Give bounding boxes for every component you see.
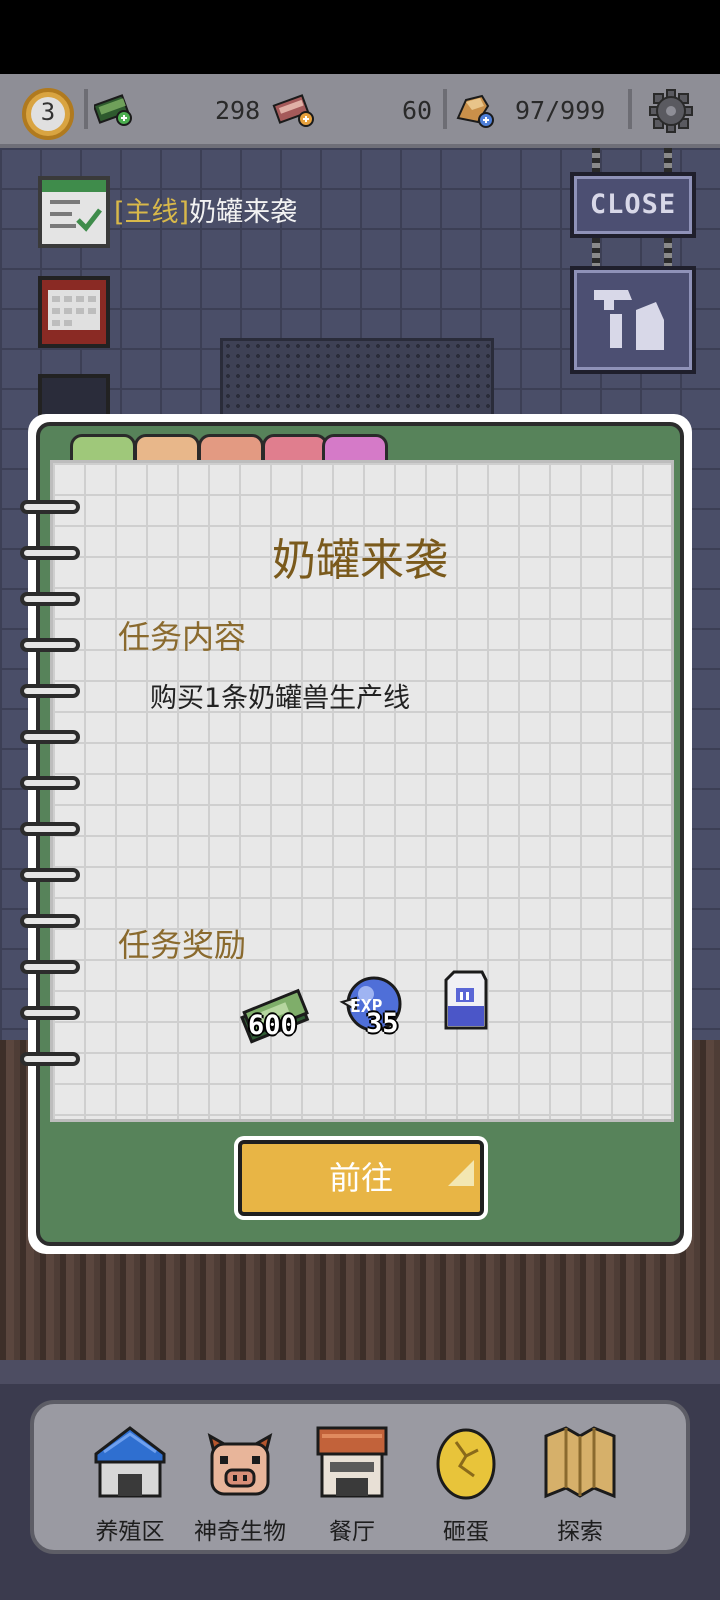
close-sign[interactable]: CLOSE bbox=[570, 172, 696, 238]
reward-exp: EXP 35 bbox=[336, 972, 416, 1044]
level-badge[interactable]: 3 bbox=[22, 88, 74, 140]
binder-ring bbox=[20, 592, 80, 606]
meat-add-icon[interactable] bbox=[272, 92, 316, 128]
separator bbox=[84, 89, 88, 129]
nav-creatures-label: 神奇生物 bbox=[194, 1519, 286, 1545]
food-add-icon[interactable] bbox=[452, 90, 496, 130]
tools-sign-icon[interactable] bbox=[570, 266, 696, 374]
nav-creatures[interactable]: 神奇生物 bbox=[180, 1410, 300, 1550]
binder-ring bbox=[20, 914, 80, 928]
binder-ring bbox=[20, 500, 80, 514]
reward-cash: 600 bbox=[238, 986, 318, 1046]
separator bbox=[443, 89, 447, 129]
gear-icon[interactable] bbox=[648, 88, 694, 134]
nav-farm[interactable]: 养殖区 bbox=[70, 1410, 190, 1550]
calendar-icon[interactable] bbox=[38, 276, 110, 348]
paper-corner-fold bbox=[448, 1160, 474, 1186]
floor-edge bbox=[0, 1360, 720, 1384]
go-button-label: 前往 bbox=[328, 1159, 393, 1197]
reward-cash-amount: 600 bbox=[248, 1010, 297, 1041]
nav-restaurant[interactable]: 餐厅 bbox=[292, 1410, 412, 1550]
binder-ring bbox=[20, 822, 80, 836]
nav-explore[interactable]: 探索 bbox=[520, 1410, 640, 1550]
binder-ring bbox=[20, 868, 80, 882]
capacity-amount: 97/999 bbox=[515, 96, 606, 125]
level-number: 3 bbox=[40, 98, 56, 126]
cash-add-icon[interactable] bbox=[92, 92, 134, 126]
milk-carton-icon bbox=[444, 970, 488, 1030]
sign-chain bbox=[664, 238, 672, 268]
binder-ring bbox=[20, 1006, 80, 1020]
barn-icon bbox=[94, 1426, 166, 1498]
sign-chain bbox=[592, 238, 600, 268]
binder-ring bbox=[20, 1052, 80, 1066]
nav-egg[interactable]: 砸蛋 bbox=[406, 1410, 526, 1550]
binder-ring bbox=[20, 730, 80, 744]
task-content-heading: 任务内容 bbox=[118, 618, 247, 656]
nav-restaurant-label: 餐厅 bbox=[329, 1519, 375, 1545]
separator bbox=[628, 89, 632, 129]
golden-egg-icon bbox=[436, 1428, 496, 1500]
binder-ring bbox=[20, 960, 80, 974]
cash-amount: 298 bbox=[215, 96, 261, 125]
pig-creature-icon bbox=[207, 1432, 273, 1496]
nav-egg-label: 砸蛋 bbox=[443, 1519, 489, 1545]
status-bar bbox=[0, 0, 720, 74]
quest-title: 奶罐来袭 bbox=[272, 535, 448, 586]
reward-milk bbox=[442, 970, 490, 1032]
reward-exp-amount: 35 bbox=[366, 1008, 399, 1039]
close-sign-label: CLOSE bbox=[589, 189, 677, 220]
nav-farm-label: 养殖区 bbox=[95, 1519, 165, 1545]
binder-ring bbox=[20, 684, 80, 698]
restaurant-icon bbox=[316, 1426, 388, 1498]
quest-hint-name: 奶罐来袭 bbox=[189, 197, 298, 228]
quest-hint[interactable]: [主线]奶罐来袭 bbox=[114, 190, 297, 229]
binder-ring bbox=[20, 638, 80, 652]
task-content-text: 购买1条奶罐兽生产线 bbox=[150, 683, 411, 714]
sign-chain bbox=[664, 148, 672, 174]
meat-amount: 60 bbox=[402, 96, 433, 125]
nav-explore-label: 探索 bbox=[557, 1519, 603, 1545]
quest-list-icon[interactable] bbox=[38, 176, 110, 248]
sign-chain bbox=[592, 148, 600, 174]
binder-ring bbox=[20, 776, 80, 790]
task-reward-heading: 任务奖励 bbox=[118, 926, 247, 964]
map-icon bbox=[544, 1426, 616, 1499]
quest-hint-tag: [主线] bbox=[114, 197, 190, 228]
